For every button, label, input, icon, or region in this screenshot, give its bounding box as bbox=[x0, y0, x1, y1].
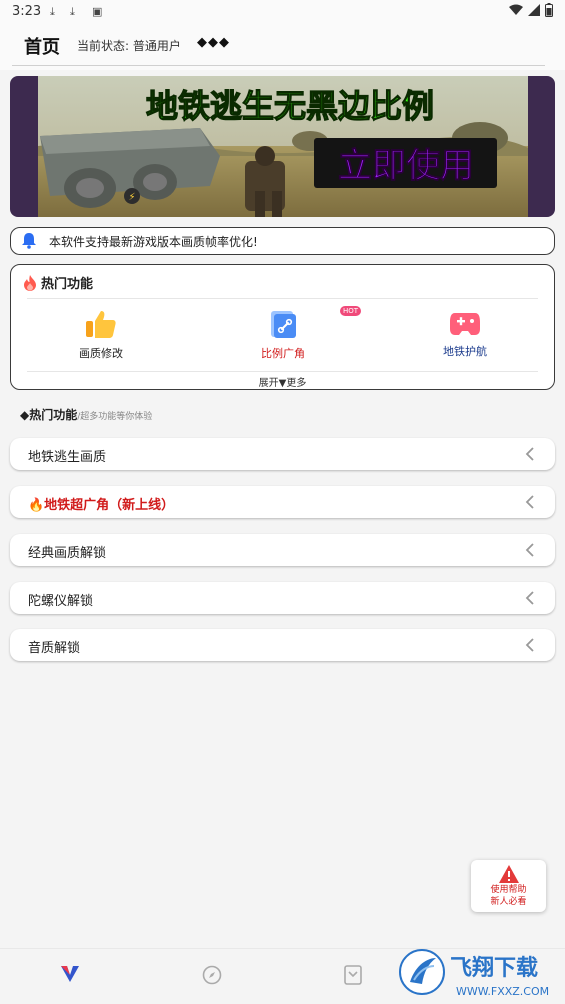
warning-icon bbox=[498, 865, 519, 883]
hot-badge: HOT bbox=[340, 306, 362, 316]
compass-icon[interactable] bbox=[202, 965, 222, 985]
battery-icon bbox=[545, 3, 553, 17]
divider bbox=[12, 65, 545, 66]
list-item[interactable]: 🔥地铁超广角（新上线） bbox=[10, 486, 555, 518]
watermark-url: WWW.FXXZ.COM bbox=[456, 985, 549, 998]
banner-headline: 地铁逃生无黑边比例 bbox=[146, 87, 434, 125]
feature-metro-escort[interactable]: 地铁护航 bbox=[405, 309, 525, 359]
expand-more-button[interactable]: 展开▼更多 bbox=[11, 374, 554, 389]
divider bbox=[27, 371, 538, 372]
status-bar: 3:23 ⤓ ⤓ ▣ bbox=[0, 0, 565, 24]
feature-quality-edit[interactable]: 画质修改 bbox=[41, 309, 161, 361]
download-icon: ⤓ bbox=[70, 5, 75, 18]
list-item[interactable]: 地铁逃生画质 bbox=[10, 438, 555, 470]
section-title: ◆热门功能 bbox=[20, 408, 78, 422]
home-logo-icon[interactable] bbox=[60, 965, 80, 983]
signal-icon bbox=[528, 4, 540, 16]
list-item-label: 陀螺仪解锁 bbox=[28, 594, 94, 609]
section-header: ◆热门功能/超多功能等你体验 bbox=[20, 406, 152, 423]
list-item[interactable]: 音质解锁 bbox=[10, 629, 555, 661]
profile-card-icon[interactable] bbox=[344, 965, 362, 985]
list-item[interactable]: 经典画质解锁 bbox=[10, 534, 555, 566]
help-line1: 使用帮助 bbox=[490, 885, 527, 895]
download-icon: ⤓ bbox=[50, 5, 55, 18]
banner-cta: 立即使用 bbox=[338, 146, 474, 186]
fire-icon bbox=[24, 274, 36, 291]
status-time: 3:23 bbox=[12, 4, 42, 19]
feature-aspect-wide-angle[interactable]: 比例广角 bbox=[223, 309, 343, 361]
watermark-brand: 飞翔下载 bbox=[450, 955, 538, 981]
list-item-label: 🔥地铁超广角（新上线） bbox=[28, 498, 175, 513]
chevron-left-icon bbox=[525, 638, 534, 652]
section-subtitle: /超多功能等你体验 bbox=[77, 412, 153, 422]
gamepad-icon bbox=[450, 313, 480, 335]
feature-label: 比例广角 bbox=[261, 347, 305, 360]
page-title: 首页 bbox=[24, 37, 60, 58]
list-item-label: 地铁逃生画质 bbox=[28, 450, 107, 465]
document-link-icon bbox=[271, 311, 296, 338]
chevron-left-icon bbox=[525, 543, 534, 557]
top-bar: 首页 当前状态: 普通用户 ◆◆◆ bbox=[0, 24, 565, 70]
list-item-label: 经典画质解锁 bbox=[28, 546, 107, 561]
hot-features-title: 热门功能 bbox=[41, 277, 94, 292]
user-status: 当前状态: 普通用户 bbox=[77, 39, 181, 53]
app-notification-icon: ▣ bbox=[92, 5, 103, 18]
notice-bar: 本软件支持最新游戏版本画质帧率优化! bbox=[10, 227, 555, 255]
list-item[interactable]: 陀螺仪解锁 bbox=[10, 582, 555, 614]
list-item-label: 音质解锁 bbox=[28, 641, 81, 656]
thumbs-up-icon bbox=[86, 311, 116, 338]
help-button[interactable]: 使用帮助 新人必看 bbox=[471, 860, 546, 912]
divider bbox=[27, 298, 538, 299]
feature-label: 画质修改 bbox=[79, 347, 123, 360]
diamond-icons: ◆◆◆ bbox=[197, 35, 230, 50]
bell-icon bbox=[22, 233, 36, 249]
wifi-icon bbox=[509, 4, 523, 15]
feature-label: 地铁护航 bbox=[443, 345, 487, 358]
promo-banner[interactable]: ⚡ 地铁逃生无黑边比例 立即使用 bbox=[10, 76, 555, 217]
chevron-left-icon bbox=[525, 447, 534, 461]
notice-text: 本软件支持最新游戏版本画质帧率优化! bbox=[49, 235, 258, 249]
site-watermark: 飞翔下载 WWW.FXXZ.COM bbox=[398, 944, 565, 1002]
help-line2: 新人必看 bbox=[490, 897, 527, 907]
hot-features-card: 热门功能 画质修改 比例广角 HOT 地铁护航 展开▼更多 bbox=[10, 264, 555, 390]
chevron-left-icon bbox=[525, 591, 534, 605]
svg-text:⚡: ⚡ bbox=[128, 192, 135, 203]
chevron-left-icon bbox=[525, 495, 534, 509]
